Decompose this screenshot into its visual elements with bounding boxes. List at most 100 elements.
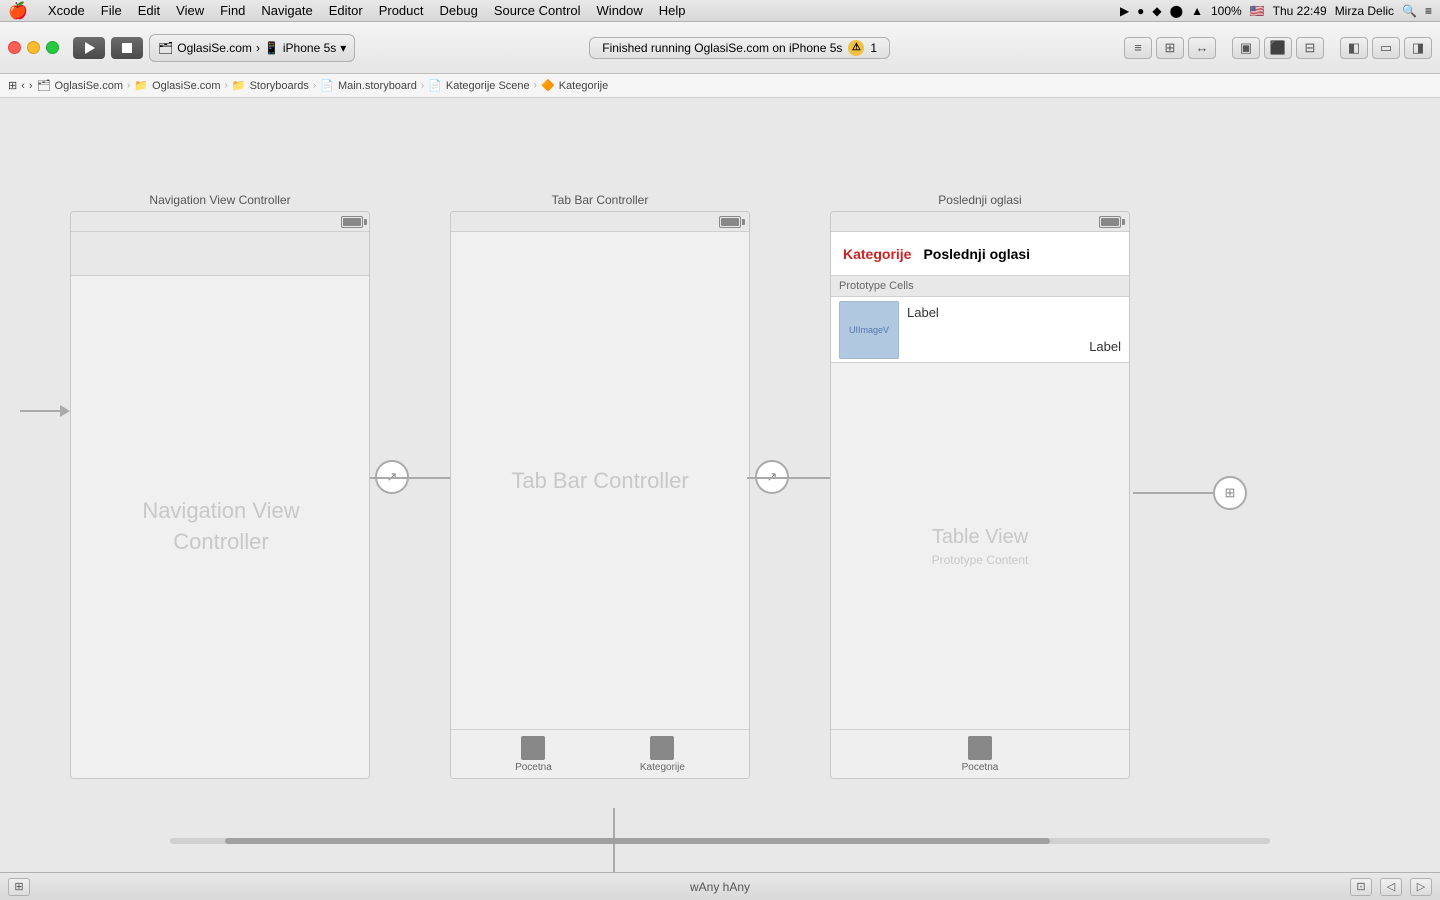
menu-view[interactable]: View (176, 3, 204, 18)
editor-standard-button[interactable]: ≡ (1124, 37, 1152, 59)
bc-sep-4: › (421, 80, 424, 91)
tab-vc-title: Tab Bar Controller (450, 193, 750, 207)
bottom-left-btn[interactable]: ⊞ (8, 878, 30, 896)
menu-help[interactable]: Help (659, 3, 686, 18)
breadcrumb-item-5[interactable]: 📄 Kategorije Scene (428, 79, 529, 92)
layout-panels-button[interactable]: ⊟ (1296, 37, 1324, 59)
menu-navigate[interactable]: Navigate (261, 3, 312, 18)
utilities-toggle[interactable]: ◨ (1404, 37, 1432, 59)
kat-nav-bar: Kategorije Poslednji oglasi (831, 232, 1129, 276)
minimize-button[interactable] (27, 41, 40, 54)
bc-sep-3: › (313, 80, 316, 91)
toolbar: 🗂 OglasiSe.com › 📱 iPhone 5s ▾ Finished … (0, 22, 1440, 74)
tab-watermark: Tab Bar Controller (511, 468, 688, 494)
bc-sep-2: › (225, 80, 228, 91)
breadcrumb-item-3[interactable]: 📁 Storyboards (232, 79, 309, 92)
chevron-right-icon: › (256, 41, 260, 55)
kat-tab-label: Pocetna (962, 762, 999, 773)
menu-file[interactable]: File (101, 3, 122, 18)
uiimage-view: UIImageV (839, 301, 899, 359)
bottom-left: ⊞ (8, 878, 30, 896)
menu-window[interactable]: Window (597, 3, 643, 18)
prototype-cell[interactable]: UIImageV Label Label (831, 297, 1129, 363)
tab-status-bar (451, 212, 749, 232)
breadcrumb-item-2[interactable]: 📁 OglasiSe.com (134, 79, 220, 92)
status-center: Finished running OglasiSe.com on iPhone … (361, 37, 1118, 59)
horizontal-scrollbar[interactable] (170, 838, 1440, 844)
layout-split-button[interactable]: ⬛ (1264, 37, 1292, 59)
kat-battery-icon (1099, 216, 1121, 228)
status-pill: Finished running OglasiSe.com on iPhone … (589, 37, 890, 59)
headphones-icon: ● (1137, 4, 1144, 18)
size-class-label: wAny hAny (690, 880, 750, 894)
menu-xcode[interactable]: Xcode (48, 3, 85, 18)
entry-arrow (20, 405, 70, 417)
warning-count: 1 (870, 41, 877, 55)
navigator-toggle[interactable]: ◧ (1340, 37, 1368, 59)
storyboard-canvas[interactable]: Navigation View Controller Navigation Vi… (0, 98, 1440, 872)
nav-content: Navigation ViewController (71, 276, 370, 778)
grid-icon[interactable]: ⊞ (8, 79, 17, 92)
editor-assistant-button[interactable]: ⊞ (1156, 37, 1184, 59)
cell-content: Label Label (907, 301, 1121, 358)
layout-single-button[interactable]: ▣ (1232, 37, 1260, 59)
menubar-right: ▶ ● ◆ ⬤ ▲ 100% 🇺🇸 Thu 22:49 Mirza Delic … (1120, 4, 1432, 18)
kat-vc-frame[interactable]: Kategorije Poslednji oglasi Prototype Ce… (830, 211, 1130, 779)
table-view-content: Table View Prototype Content (831, 363, 1129, 729)
breadcrumb-item-1[interactable]: 🗂 OglasiSe.com (37, 79, 123, 92)
kat-vc-container: Poslednji oglasi Kategorije Poslednji og… (830, 193, 1130, 779)
breadcrumb-item-4[interactable]: 📄 Main.storyboard (320, 79, 417, 92)
bottom-zoom-out-btn[interactable]: ◁ (1380, 878, 1402, 896)
kat-nav-black-title: Poslednji oglasi (923, 246, 1030, 262)
run-button[interactable] (73, 37, 105, 59)
cell-label-top: Label (907, 301, 1121, 320)
breadcrumb-nav-forward[interactable]: › (29, 80, 33, 92)
vc-icon: 🔶 (541, 79, 555, 92)
warning-icon: ⚠ (852, 42, 861, 53)
tab-content: Tab Bar Controller (451, 232, 749, 729)
tab-icon-pocetna (521, 736, 545, 760)
search-icon[interactable]: 🔍 (1402, 4, 1417, 18)
bc-sep-5: › (534, 80, 537, 91)
nav-vc-frame[interactable]: Navigation ViewController (70, 211, 370, 779)
editor-version-button[interactable]: ↔ (1188, 37, 1216, 59)
warning-badge[interactable]: ⚠ (848, 40, 864, 56)
tab-icon-kategorije (650, 736, 674, 760)
battery-icon (341, 216, 363, 228)
kat-nav-red-title[interactable]: Kategorije (843, 246, 911, 262)
maximize-button[interactable] (46, 41, 59, 54)
scheme-selector[interactable]: 🗂 OglasiSe.com › 📱 iPhone 5s ▾ (149, 34, 355, 62)
nav-bar (71, 232, 370, 276)
device-icon: 📱 (264, 41, 279, 55)
segue-nav-tab[interactable]: ↗ (375, 460, 409, 494)
run-icon (85, 42, 95, 54)
breadcrumb: ⊞ ‹ › 🗂 OglasiSe.com › 📁 OglasiSe.com › … (0, 74, 1440, 98)
scrollbar-thumb[interactable] (225, 838, 1050, 844)
menu-product[interactable]: Product (379, 3, 424, 18)
nav-watermark: Navigation ViewController (142, 496, 299, 558)
menu-find[interactable]: Find (220, 3, 245, 18)
breadcrumb-nav-back[interactable]: ‹ (21, 80, 25, 92)
menu-edit[interactable]: Edit (138, 3, 160, 18)
tab-vc-frame[interactable]: Tab Bar Controller Pocetna Kategorije (450, 211, 750, 779)
menu-editor[interactable]: Editor (329, 3, 363, 18)
breadcrumb-item-6[interactable]: 🔶 Kategorije (541, 79, 608, 92)
bottom-bar: ⊞ wAny hAny ⊡ ◁ ▷ (0, 872, 1440, 900)
close-button[interactable] (8, 41, 21, 54)
bc-label-1: OglasiSe.com (55, 80, 123, 92)
status-text: Finished running OglasiSe.com on iPhone … (602, 41, 842, 55)
bottom-zoom-in-btn[interactable]: ▷ (1410, 878, 1432, 896)
list-icon[interactable]: ≡ (1425, 4, 1432, 18)
segue-tab-kat[interactable]: ↗ (755, 460, 789, 494)
tab-item-pocetna: Pocetna (515, 736, 552, 773)
debug-toggle[interactable]: ▭ (1372, 37, 1400, 59)
bottom-fit-btn[interactable]: ⊡ (1350, 878, 1372, 896)
tab-battery-icon (719, 216, 741, 228)
exit-circle[interactable]: ⊞ (1213, 476, 1247, 510)
apple-menu[interactable]: 🍎 (8, 1, 28, 21)
tab-bar-bottom: Pocetna Kategorije (451, 729, 749, 778)
menu-source-control[interactable]: Source Control (494, 3, 581, 18)
stop-button[interactable] (111, 37, 143, 59)
menu-debug[interactable]: Debug (440, 3, 478, 18)
toolbar-right: ≡ ⊞ ↔ ▣ ⬛ ⊟ ◧ ▭ ◨ (1124, 37, 1432, 59)
